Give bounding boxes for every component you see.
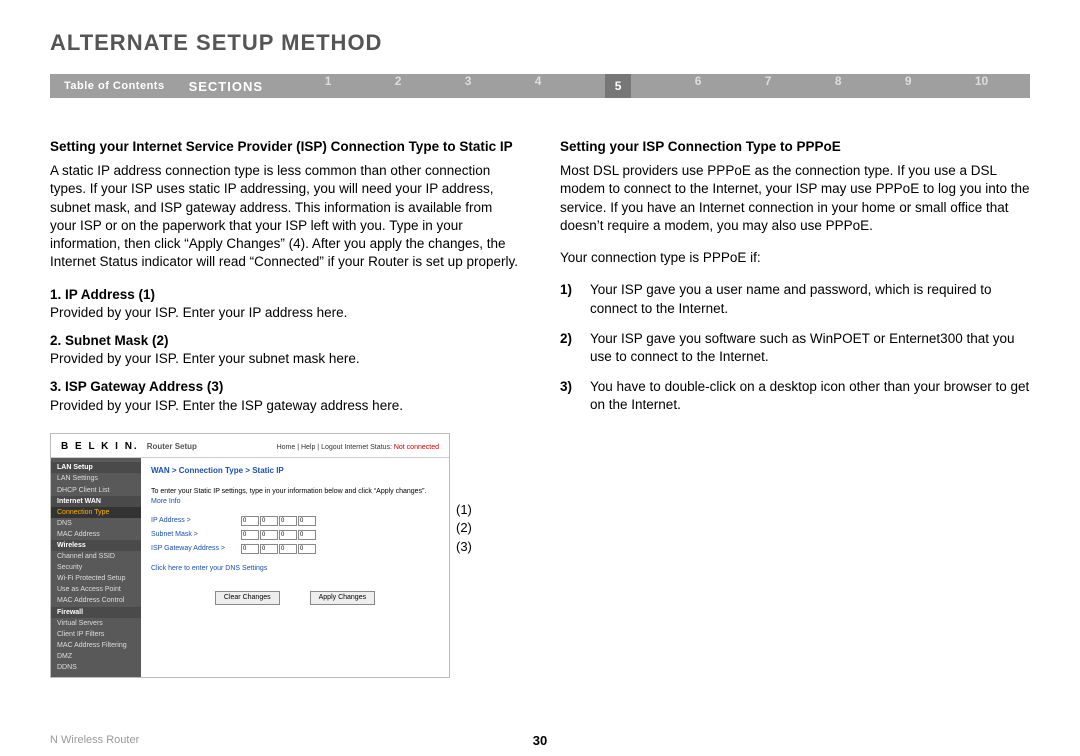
right-column: Setting your ISP Connection Type to PPPo…: [560, 138, 1030, 678]
sidebar-item[interactable]: Channel and SSID: [51, 551, 141, 562]
page-footer: N Wireless Router 30: [50, 734, 1030, 746]
sidebar-item[interactable]: Client IP Filters: [51, 629, 141, 640]
router-links-plain: Home | Help | Logout Internet Status:: [277, 444, 392, 451]
sidebar-item[interactable]: Wireless: [51, 540, 141, 551]
router-input-row: Subnet Mask >0000: [151, 530, 439, 540]
field-heading: 2. Subnet Mask (2): [50, 332, 520, 350]
router-more-info-link[interactable]: More Info: [151, 498, 181, 505]
list-text: Your ISP gave you software such as WinPO…: [590, 330, 1030, 366]
router-ip-input[interactable]: 0000: [241, 530, 316, 540]
left-column: Setting your Internet Service Provider (…: [50, 138, 520, 678]
page-title: ALTERNATE SETUP METHOD: [50, 30, 1030, 56]
sidebar-item[interactable]: MAC Address Control: [51, 595, 141, 606]
router-input-row: ISP Gateway Address >0000: [151, 544, 439, 554]
page-number: 30: [533, 733, 547, 748]
field-body: Provided by your ISP. Enter the ISP gate…: [50, 397, 520, 415]
sidebar-item[interactable]: DNS: [51, 518, 141, 529]
sidebar-item[interactable]: DDNS: [51, 662, 141, 673]
sidebar-item[interactable]: LAN Setup: [51, 462, 141, 473]
router-brand: B E L K I N.: [61, 440, 139, 454]
list-num: 1): [560, 281, 590, 317]
list-item: 1)Your ISP gave you a user name and pass…: [560, 281, 1030, 317]
list-text: You have to double-click on a desktop ic…: [590, 378, 1030, 414]
router-field-label: Subnet Mask >: [151, 530, 241, 539]
router-sub: Router Setup: [147, 442, 197, 453]
router-main: WAN > Connection Type > Static IP To ent…: [141, 458, 449, 677]
apply-changes-button[interactable]: Apply Changes: [310, 591, 375, 604]
list-item: 2)Your ISP gave you software such as Win…: [560, 330, 1030, 366]
callout: (1): [456, 501, 472, 519]
nav-section-2[interactable]: 2: [395, 74, 402, 98]
sidebar-item[interactable]: LAN Settings: [51, 473, 141, 484]
nav-section-1[interactable]: 1: [325, 74, 332, 98]
field-body: Provided by your ISP. Enter your IP addr…: [50, 304, 520, 322]
callout: (3): [456, 538, 472, 556]
callout-labels: (1)(2)(3): [456, 433, 472, 557]
callout: (2): [456, 519, 472, 537]
router-ip-input[interactable]: 0000: [241, 544, 316, 554]
router-field-label: IP Address >: [151, 516, 241, 525]
field-heading: 3. ISP Gateway Address (3): [50, 378, 520, 396]
sidebar-item[interactable]: Connection Type: [51, 507, 141, 518]
clear-changes-button[interactable]: Clear Changes: [215, 591, 280, 604]
sidebar-item[interactable]: MAC Address: [51, 529, 141, 540]
nav-section-6[interactable]: 6: [695, 74, 702, 98]
pppoe-para: Most DSL providers use PPPoE as the conn…: [560, 162, 1030, 235]
list-item: 3)You have to double-click on a desktop …: [560, 378, 1030, 414]
sidebar-item[interactable]: DMZ: [51, 651, 141, 662]
sidebar-item[interactable]: Firewall: [51, 607, 141, 618]
nav-section-4[interactable]: 4: [535, 74, 542, 98]
router-instr-text: To enter your Static IP settings, type i…: [151, 488, 426, 495]
nav-sections-label: SECTIONS: [179, 79, 283, 94]
sidebar-item[interactable]: Wi-Fi Protected Setup: [51, 573, 141, 584]
nav-section-5[interactable]: 5: [605, 74, 632, 98]
static-ip-heading: Setting your Internet Service Provider (…: [50, 138, 520, 156]
field-body: Provided by your ISP. Enter your subnet …: [50, 350, 520, 368]
list-num: 3): [560, 378, 590, 414]
nav-toc[interactable]: Table of Contents: [50, 80, 179, 92]
nav-section-9[interactable]: 9: [905, 74, 912, 98]
footer-product: N Wireless Router: [50, 734, 139, 746]
pppoe-heading: Setting your ISP Connection Type to PPPo…: [560, 138, 1030, 156]
router-status: Not connected: [394, 444, 439, 451]
section-nav: Table of Contents SECTIONS 1 2 3 4 5 6 7 8 9 10: [50, 74, 1030, 98]
nav-section-7[interactable]: 7: [765, 74, 772, 98]
list-num: 2): [560, 330, 590, 366]
sidebar-item[interactable]: Virtual Servers: [51, 618, 141, 629]
router-breadcrumb: WAN > Connection Type > Static IP: [151, 466, 439, 477]
sidebar-item[interactable]: DHCP Client List: [51, 485, 141, 496]
nav-section-8[interactable]: 8: [835, 74, 842, 98]
router-screenshot: B E L K I N. Router Setup Home | Help | …: [50, 433, 450, 678]
field-heading: 1. IP Address (1): [50, 286, 520, 304]
sidebar-item[interactable]: Security: [51, 562, 141, 573]
router-dns-link[interactable]: Click here to enter your DNS Settings: [151, 564, 439, 573]
router-input-row: IP Address >0000: [151, 516, 439, 526]
sidebar-item[interactable]: MAC Address Filtering: [51, 640, 141, 651]
router-field-label: ISP Gateway Address >: [151, 544, 241, 553]
nav-section-3[interactable]: 3: [465, 74, 472, 98]
static-ip-para: A static IP address connection type is l…: [50, 162, 520, 271]
router-top-links: Home | Help | Logout Internet Status: No…: [277, 443, 439, 452]
list-text: Your ISP gave you a user name and passwo…: [590, 281, 1030, 317]
router-instructions: To enter your Static IP settings, type i…: [151, 487, 439, 506]
nav-section-10[interactable]: 10: [975, 74, 988, 98]
sidebar-item[interactable]: Internet WAN: [51, 496, 141, 507]
router-sidebar: LAN SetupLAN SettingsDHCP Client ListInt…: [51, 458, 141, 677]
sidebar-item[interactable]: Use as Access Point: [51, 584, 141, 595]
router-ip-input[interactable]: 0000: [241, 516, 316, 526]
pppoe-lead: Your connection type is PPPoE if:: [560, 249, 1030, 267]
